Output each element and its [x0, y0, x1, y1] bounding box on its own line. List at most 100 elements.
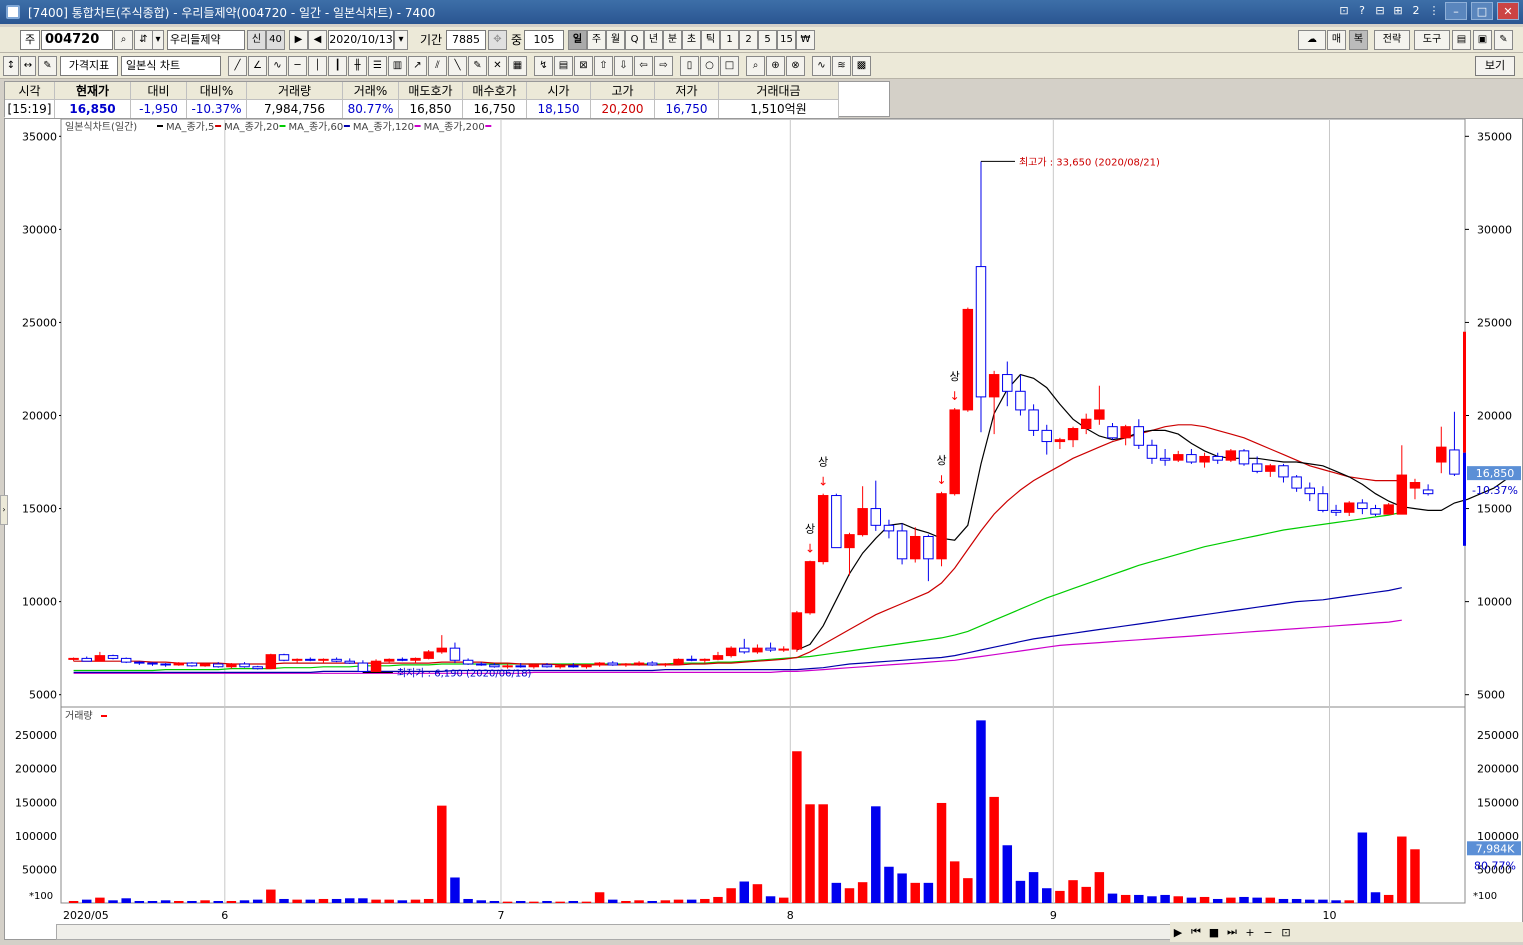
draw-tool-icon-22[interactable]: ▯	[680, 56, 699, 76]
interval-button-11[interactable]: 15	[777, 30, 796, 50]
interval-button-6[interactable]: 초	[682, 30, 701, 50]
draw-tool-icon-9[interactable]: ↗	[408, 56, 427, 76]
volume-bar	[884, 866, 894, 903]
ratio-icon[interactable]: ⊡	[1278, 926, 1294, 939]
split-icon[interactable]: ⊞	[1391, 2, 1405, 20]
volume-bar	[1160, 894, 1170, 903]
chevron-down-icon[interactable]: ▾	[152, 30, 164, 50]
candle-body	[581, 664, 592, 668]
market-select[interactable]: 주	[20, 30, 40, 50]
edit-icon[interactable]: ✎	[38, 56, 57, 76]
interval-button-5[interactable]: 분	[663, 30, 682, 50]
date-field[interactable]: 2020/10/13	[328, 30, 394, 50]
draw-tool-icon-29[interactable]: ≋	[832, 56, 851, 76]
draw-tool-icon-8[interactable]: ▥	[388, 56, 407, 76]
menu-icon[interactable]: ⋮	[1427, 2, 1441, 20]
updown-icon[interactable]: ↕	[3, 56, 19, 76]
draw-tool-icon-26[interactable]: ⊕	[766, 56, 785, 76]
draw-tool-icon-13[interactable]: ✕	[488, 56, 507, 76]
draw-tool-icon-20[interactable]: ⇦	[634, 56, 653, 76]
layout-icon[interactable]: ⊟	[1373, 2, 1387, 20]
chart-type-select[interactable]: 일본식 차트	[121, 56, 221, 76]
draw-tool-icon-25[interactable]: ⌕	[746, 56, 765, 76]
candle-body	[397, 658, 408, 661]
draw-tool-icon-3[interactable]: ─	[288, 56, 307, 76]
draw-tool-icon-30[interactable]: ▩	[852, 56, 871, 76]
search-icon[interactable]: ⌕	[114, 30, 133, 50]
draw-tool-icon-27[interactable]: ⊗	[786, 56, 805, 76]
draw-tool-icon-15[interactable]: ↯	[534, 56, 553, 76]
draw-tool-icon-7[interactable]: ☰	[368, 56, 387, 76]
horizontal-scrollbar[interactable]	[56, 924, 1196, 940]
interval-button-1[interactable]: 주	[587, 30, 606, 50]
draw-tool-icon-17[interactable]: ⊠	[574, 56, 593, 76]
interval-button-7[interactable]: 틱	[701, 30, 720, 50]
interval-button-3[interactable]: Q	[625, 30, 644, 50]
interval-button-2[interactable]: 월	[606, 30, 625, 50]
draw-tool-icon-21[interactable]: ⇨	[654, 56, 673, 76]
minimize-button[interactable]: –	[1445, 2, 1467, 20]
interval-button-9[interactable]: 2	[739, 30, 758, 50]
draw-tool-icon-19[interactable]: ⇩	[614, 56, 633, 76]
draw-tool-icon-10[interactable]: ⫽	[428, 56, 447, 76]
chart-area[interactable]: 5000 5000 10000 10000 15000 15000 20000 20000 25…	[4, 118, 1523, 940]
strategy-button[interactable]: 전략	[1374, 30, 1410, 50]
draw-tool-icon-4[interactable]: │	[308, 56, 327, 76]
collapse-arrow-icon[interactable]: ›	[0, 495, 8, 525]
volume-bar	[1331, 900, 1341, 903]
interval-button-8[interactable]: 1	[720, 30, 739, 50]
draw-tool-icon-2[interactable]: ∿	[268, 56, 287, 76]
help-icon[interactable]: ?	[1355, 2, 1369, 20]
interval-button-10[interactable]: 5	[758, 30, 777, 50]
screen-number[interactable]: 2	[1409, 2, 1423, 20]
interval-button-4[interactable]: 년	[644, 30, 663, 50]
draw-tool-icon-1[interactable]: ∠	[248, 56, 267, 76]
zoom-in-icon[interactable]: +	[1242, 926, 1258, 939]
calendar-dropdown-icon[interactable]: ▾	[394, 30, 408, 50]
close-button[interactable]: ✕	[1497, 2, 1519, 20]
leftright-icon[interactable]: ↔	[20, 56, 36, 76]
cloud-icon[interactable]: ☁	[1298, 30, 1326, 50]
interval-button-12[interactable]: ₩	[796, 30, 815, 50]
draw-tool-icon-18[interactable]: ⇧	[594, 56, 613, 76]
draw-tool-icon-12[interactable]: ✎	[468, 56, 487, 76]
price-ytick-right: 35000	[1477, 130, 1512, 143]
prev-arrow-icon[interactable]: ◀	[308, 30, 327, 50]
count-input[interactable]: 105	[524, 30, 564, 50]
draw-tool-icon-14[interactable]: ▦	[508, 56, 527, 76]
move-icon[interactable]: ✥	[488, 30, 507, 50]
buy-button[interactable]: 매	[1327, 30, 1346, 50]
compound-button[interactable]: 복	[1349, 30, 1368, 50]
stop-icon[interactable]: ■	[1206, 926, 1222, 939]
indicator-button[interactable]: 가격지표	[60, 56, 118, 76]
view-button[interactable]: 보기	[1475, 56, 1515, 76]
interval-button-0[interactable]: 일	[568, 30, 587, 50]
zoom-out-icon[interactable]: −	[1260, 926, 1276, 939]
draw-tool-icon-6[interactable]: ╫	[348, 56, 367, 76]
draw-tool-icon-16[interactable]: ▤	[554, 56, 573, 76]
next-arrow-icon[interactable]: ▶	[289, 30, 308, 50]
step-icon[interactable]: ⏮	[1188, 925, 1204, 939]
pin-icon[interactable]: ⊡	[1337, 2, 1351, 20]
period-input[interactable]: 7885	[446, 30, 486, 50]
draw-tool-icon-11[interactable]: ╲	[448, 56, 467, 76]
draw-tool-icon-28[interactable]: ∿	[812, 56, 831, 76]
legend-swatch	[343, 125, 350, 127]
save-icon[interactable]: ▣	[1473, 30, 1492, 50]
play-icon[interactable]: ▶	[1170, 926, 1186, 939]
volume-bar	[1055, 890, 1065, 903]
fastforward-icon[interactable]: ⏭	[1224, 925, 1240, 939]
volume-bar	[1002, 845, 1013, 903]
stock-chart[interactable]: 5000 5000 10000 10000 15000 15000 20000 20000 25…	[5, 119, 1522, 922]
price-header-7: 매수호가	[463, 82, 527, 100]
tools-button[interactable]: 도구	[1414, 30, 1450, 50]
wrench-icon[interactable]: ✎	[1494, 30, 1513, 50]
sort-icon[interactable]: ⇵	[134, 30, 153, 50]
maximize-button[interactable]: □	[1471, 2, 1493, 20]
draw-tool-icon-23[interactable]: ○	[700, 56, 719, 76]
draw-tool-icon-0[interactable]: ╱	[228, 56, 247, 76]
draw-tool-icon-5[interactable]: ┃	[328, 56, 347, 76]
draw-tool-icon-24[interactable]: □	[720, 56, 739, 76]
code-input[interactable]: 004720	[41, 30, 113, 50]
folder-icon[interactable]: ▤	[1452, 30, 1471, 50]
